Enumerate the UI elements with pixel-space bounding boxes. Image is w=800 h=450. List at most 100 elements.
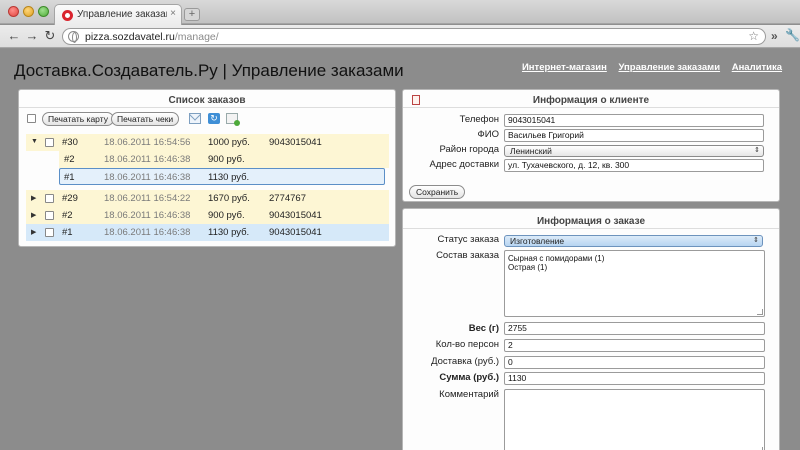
new-tab-button[interactable]: + (184, 8, 200, 21)
save-button[interactable]: Сохранить (409, 185, 466, 199)
total-field[interactable]: 1130 (504, 372, 765, 385)
wrench-menu-icon[interactable]: 🔧 (785, 28, 800, 42)
order-row-selected[interactable]: ▶ #1 18.06.2011 16:46:38 1130 руб. 90430… (26, 224, 389, 241)
delivery-label-wrap: Доставка (руб.) (403, 355, 499, 369)
weight-label: Вес (г) (468, 323, 499, 334)
tab-close-icon[interactable]: × (170, 8, 176, 19)
browser-tab[interactable]: Управление заказами | Дос × (54, 4, 182, 25)
client-title-divider (403, 107, 779, 108)
globe-icon (68, 31, 79, 43)
nav-link-orders[interactable]: Управление заказами (618, 62, 720, 73)
order-id: #30 (62, 137, 78, 148)
order-checkbox[interactable] (45, 228, 54, 237)
nav-link-analytics[interactable]: Аналитика (732, 62, 782, 73)
minimize-window-button[interactable] (23, 6, 34, 17)
order-date: 18.06.2011 16:46:38 (104, 227, 191, 238)
status-label: Статус заказа (437, 234, 500, 245)
delivery-field[interactable]: 0 (504, 356, 765, 369)
select-all-checkbox[interactable] (27, 114, 36, 123)
total-label-wrap: Сумма (руб.) (403, 371, 499, 385)
items-label-wrap: Состав заказа (403, 249, 499, 263)
address-label: Адрес доставки (429, 159, 499, 170)
client-panel: Информация о клиенте Телефон 9043015041 … (402, 89, 780, 202)
name-field[interactable]: Васильев Григорий (504, 129, 764, 142)
order-subrow-selected[interactable]: #1 18.06.2011 16:46:38 1130 руб. (59, 168, 385, 185)
persons-field[interactable]: 2 (504, 339, 765, 352)
expand-arrow-icon[interactable]: ▶ (31, 228, 36, 236)
order-date: 18.06.2011 16:46:38 (104, 210, 191, 221)
url-domain: pizza.sozdavatel.ru (85, 31, 175, 43)
district-select[interactable]: Ленинский ⇕ (504, 145, 764, 157)
bookmark-star-icon[interactable]: ☆ (748, 29, 759, 43)
order-item: Острая (1) (508, 263, 548, 272)
forward-button[interactable]: → (24, 28, 40, 43)
order-subrow[interactable]: #2 18.06.2011 16:46:38 900 руб. (59, 151, 389, 168)
order-sum: 1670 руб. (208, 193, 250, 204)
total-label: Сумма (руб.) (439, 372, 499, 383)
order-sum: 900 руб. (208, 210, 245, 221)
collapse-arrow-icon[interactable]: ▼ (31, 138, 38, 145)
status-value: Изготовление (510, 236, 565, 246)
order-checkbox[interactable] (45, 138, 54, 147)
order-row[interactable]: ▶ #2 18.06.2011 16:46:38 900 руб. 904301… (26, 207, 389, 224)
weight-label-wrap: Вес (г) (403, 322, 499, 336)
url-path: /manage/ (174, 31, 219, 43)
top-navigation: Интернет-магазин Управление заказами Ана… (513, 62, 782, 73)
order-date: 18.06.2011 16:46:38 (104, 172, 191, 183)
status-select[interactable]: Изготовление ⇕ (504, 235, 763, 247)
mail-icon[interactable] (189, 113, 201, 124)
refresh-icon[interactable]: ↻ (208, 113, 220, 124)
order-title-divider (403, 228, 779, 229)
phone-field[interactable]: 9043015041 (504, 114, 764, 127)
order-date: 18.06.2011 16:54:56 (104, 137, 191, 148)
browser-tab-bar: Управление заказами | Дос × + (0, 0, 800, 25)
status-label-wrap: Статус заказа (403, 233, 500, 247)
phone-label: Телефон (459, 114, 499, 125)
nav-link-shop[interactable]: Интернет-магазин (522, 62, 607, 73)
order-row[interactable]: ▼ #30 18.06.2011 16:54:56 1000 руб. 9043… (26, 134, 389, 151)
weight-field[interactable]: 2755 (504, 322, 765, 335)
comment-label: Комментарий (439, 389, 499, 400)
comment-label-wrap: Комментарий (403, 388, 499, 402)
client-panel-title: Информация о клиенте (532, 95, 650, 106)
expand-arrow-icon[interactable]: ▶ (31, 194, 36, 202)
order-phone: 9043015041 (269, 210, 322, 221)
items-label: Состав заказа (436, 250, 499, 261)
resize-grip-icon[interactable] (757, 309, 763, 315)
order-item: Сырная с помидорами (1) (508, 254, 605, 263)
favicon-icon (62, 10, 73, 21)
order-id: #2 (64, 154, 75, 165)
address-bar[interactable]: pizza.sozdavatel.ru/manage/ ☆ (62, 28, 766, 45)
back-button[interactable]: ← (6, 28, 22, 43)
persons-label: Кол-во персон (435, 339, 499, 350)
order-checkbox[interactable] (45, 194, 54, 203)
name-label-wrap: ФИО (403, 128, 499, 142)
order-date: 18.06.2011 16:46:38 (104, 154, 191, 165)
order-phone: 2774767 (269, 193, 306, 204)
order-row[interactable]: ▶ #29 18.06.2011 16:54:22 1670 руб. 2774… (26, 190, 389, 207)
reload-button[interactable]: ↻ (42, 28, 58, 44)
order-id: #1 (64, 172, 75, 183)
print-checks-button[interactable]: Печатать чеки (111, 112, 180, 126)
order-sum: 1130 руб. (208, 227, 250, 238)
print-map-button[interactable]: Печатать карту (42, 112, 114, 126)
order-checkbox[interactable] (45, 211, 54, 220)
export-icon[interactable] (226, 113, 240, 126)
more-bookmarks-icon[interactable]: » (771, 29, 778, 43)
comment-textarea[interactable] (504, 389, 765, 450)
select-arrows-icon: ⇕ (754, 147, 760, 154)
delivery-label: Доставка (руб.) (431, 356, 499, 367)
close-window-button[interactable] (8, 6, 19, 17)
district-label-wrap: Район города (403, 143, 499, 157)
tab-title: Управление заказами | Дос (77, 9, 167, 20)
address-label-wrap: Адрес доставки (403, 158, 499, 172)
order-id: #29 (62, 193, 78, 204)
order-id: #2 (62, 210, 73, 221)
expand-arrow-icon[interactable]: ▶ (31, 211, 36, 219)
items-textarea[interactable]: Сырная с помидорами (1) Острая (1) (504, 250, 765, 317)
address-url[interactable]: pizza.sozdavatel.ru/manage/ (85, 31, 219, 43)
zoom-window-button[interactable] (38, 6, 49, 17)
orders-panel-title: Список заказов (168, 95, 246, 106)
address-field[interactable]: ул. Тухачевского, д. 12, кв. 300 (504, 159, 764, 172)
order-phone: 9043015041 (269, 137, 322, 148)
